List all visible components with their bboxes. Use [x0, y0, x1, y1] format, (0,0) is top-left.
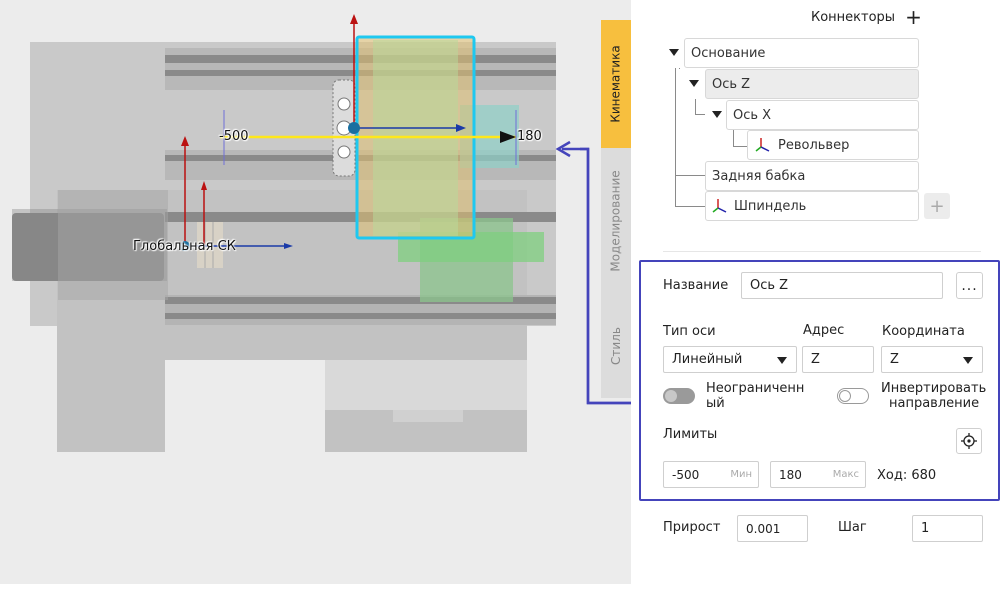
tree-node-label: Основание [691, 45, 766, 61]
tab-kinematics-label: Кинематика [609, 45, 623, 123]
tab-kinematics[interactable]: Кинематика [601, 20, 631, 148]
min-limit-value: -500 [672, 467, 700, 482]
coordinate-label: Координата [882, 324, 965, 339]
axis-type-value: Линейный [672, 352, 743, 367]
chevron-down-icon [777, 357, 787, 364]
tree-node-axis-x[interactable]: Ось X [726, 100, 919, 130]
tree-node-label: Задняя бабка [712, 168, 806, 184]
tree-node-spindle[interactable]: Шпиндель [705, 191, 919, 221]
axes-icon [712, 199, 727, 213]
invert-label-line2: направление [889, 396, 980, 411]
axes-icon [755, 138, 770, 152]
tree-line [733, 130, 747, 147]
address-field[interactable]: Z [802, 346, 874, 373]
axis-properties-box: Название Ось Z ... Тип оси Адрес Координ… [639, 260, 1000, 501]
add-child-button[interactable]: + [924, 193, 950, 219]
limits-label: Лимиты [663, 427, 718, 442]
axis-type-select[interactable]: Линейный [663, 346, 797, 373]
properties-panel: Коннекторы + Основание Ось Z Ось X Револ… [631, 0, 1006, 613]
tree-node-base[interactable]: Основание [684, 38, 919, 68]
name-field[interactable]: Ось Z [741, 272, 943, 299]
name-label: Название [663, 278, 729, 293]
min-hint: Мин [730, 469, 752, 480]
target-icon[interactable] [956, 428, 982, 454]
divider [663, 251, 981, 252]
tree-node-label: Ось Z [712, 76, 751, 92]
invert-label-line1: Инвертировать [881, 381, 987, 396]
coordinate-value: Z [890, 352, 899, 367]
coordinate-select[interactable]: Z [881, 346, 983, 373]
connectors-header: Коннекторы + [811, 7, 922, 27]
add-connector-icon[interactable]: + [905, 7, 922, 27]
chevron-down-icon [963, 357, 973, 364]
max-limit-value: 180 [779, 467, 802, 482]
unlimited-label-line2: ый [706, 396, 725, 411]
tree-node-label: Ось X [733, 107, 772, 123]
axis-min-label: -500 [219, 129, 249, 144]
tree-node-label: Шпиндель [734, 198, 807, 214]
step-label: Шаг [838, 520, 867, 535]
axis-max-label: 180 [517, 129, 542, 144]
address-label: Адрес [803, 323, 845, 338]
max-hint: Макс [832, 469, 859, 480]
axis-type-label: Тип оси [663, 324, 716, 339]
max-limit-field[interactable]: 180 Макс [770, 461, 866, 488]
increment-label: Прирост [663, 520, 721, 535]
unlimited-label-line1: Неограниченн [706, 381, 805, 396]
3d-viewport[interactable]: -500 180 Глобальная СК [0, 0, 631, 584]
tree-node-tailstock[interactable]: Задняя бабка [705, 161, 919, 191]
connectors-title: Коннекторы [811, 9, 896, 25]
unlimited-toggle[interactable] [663, 388, 695, 404]
machine-scene [12, 14, 631, 452]
tree-line [675, 68, 705, 207]
expand-toggle-icon[interactable] [669, 49, 679, 56]
increment-field[interactable]: 0.001 [737, 515, 808, 542]
global-cs-label: Глобальная СК [133, 239, 236, 254]
tree-node-label: Револьвер [778, 137, 850, 153]
travel-text: Ход: 680 [877, 468, 937, 483]
tree-node-turret[interactable]: Револьвер [747, 130, 919, 160]
invert-toggle[interactable] [837, 388, 869, 404]
step-field[interactable]: 1 [912, 515, 983, 542]
more-options-button[interactable]: ... [956, 272, 983, 299]
tree-node-axis-z[interactable]: Ось Z [705, 69, 919, 99]
expand-toggle-icon[interactable] [712, 111, 722, 118]
min-limit-field[interactable]: -500 Мин [663, 461, 759, 488]
